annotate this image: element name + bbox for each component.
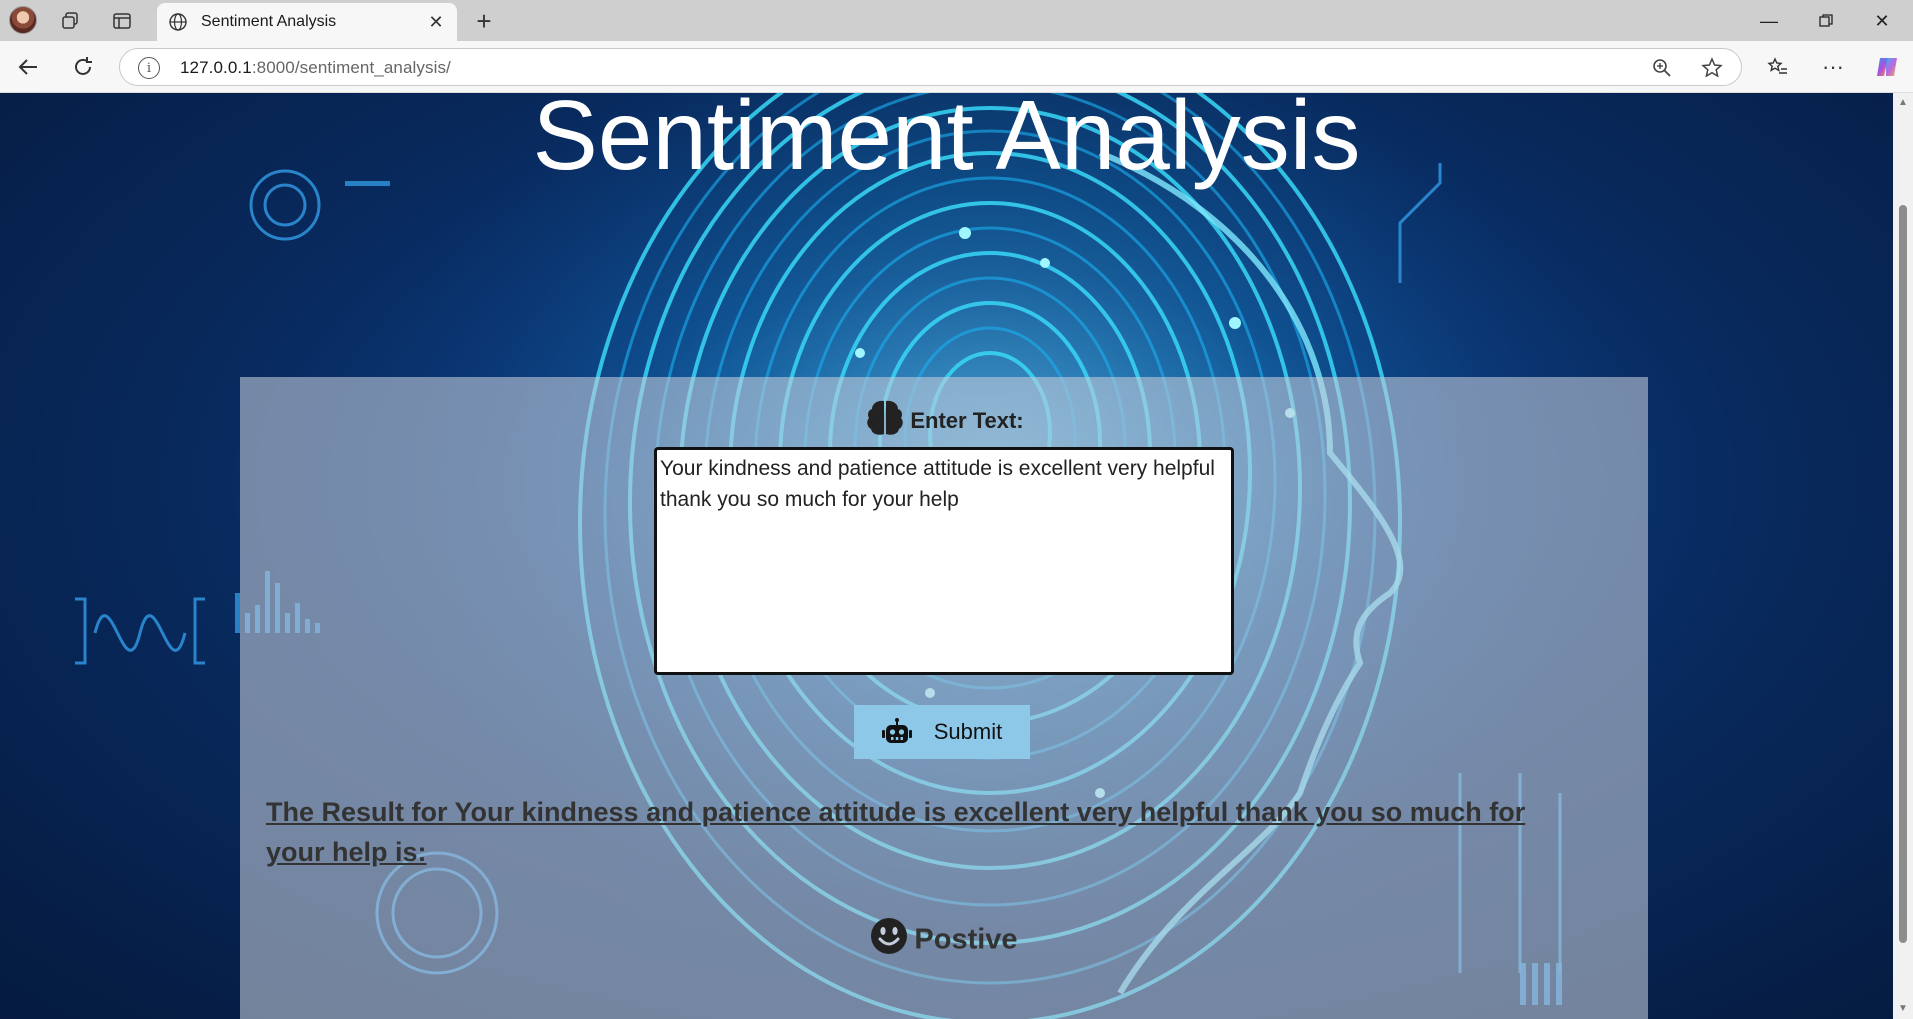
browser-tab-bar: Sentiment Analysis ✕ + — ✕ bbox=[0, 0, 1913, 41]
result-heading: The Result for Your kindness and patienc… bbox=[266, 797, 1526, 867]
url-path: :8000/sentiment_analysis/ bbox=[251, 58, 451, 77]
submit-button[interactable]: Submit bbox=[854, 705, 1030, 759]
minimize-icon[interactable]: — bbox=[1749, 6, 1789, 36]
scrollbar-thumb[interactable] bbox=[1899, 205, 1907, 943]
smile-icon bbox=[870, 917, 908, 963]
restore-icon[interactable] bbox=[1806, 6, 1846, 36]
favorites-list-icon[interactable] bbox=[1763, 52, 1793, 82]
address-bar[interactable]: i 127.0.0.1:8000/sentiment_analysis/ bbox=[119, 48, 1742, 86]
tab-sentiment-analysis[interactable]: Sentiment Analysis ✕ bbox=[157, 3, 457, 41]
submit-button-label: Submit bbox=[933, 719, 1003, 744]
url-host: 127.0.0.1 bbox=[180, 58, 252, 77]
page-viewport: Sentiment Analysis Enter Text: Your kind… bbox=[0, 93, 1893, 1019]
copilot-icon[interactable] bbox=[1872, 52, 1902, 82]
tab-actions-icon[interactable] bbox=[109, 8, 135, 34]
zoom-icon[interactable] bbox=[1650, 56, 1674, 80]
close-tab-icon[interactable]: ✕ bbox=[423, 9, 449, 35]
favorite-star-icon[interactable] bbox=[1700, 56, 1724, 80]
robot-icon bbox=[881, 718, 912, 746]
site-info-icon[interactable]: i bbox=[138, 57, 160, 79]
browser-nav-bar: i 127.0.0.1:8000/sentiment_analysis/ ··· bbox=[0, 41, 1913, 93]
enter-text-label: Enter Text: bbox=[240, 397, 1648, 445]
more-options-icon[interactable]: ··· bbox=[1818, 52, 1848, 82]
enter-text-label-text: Enter Text: bbox=[910, 408, 1024, 433]
text-input-area[interactable]: Your kindness and patience attitude is e… bbox=[654, 447, 1234, 675]
tab-title: Sentiment Analysis bbox=[201, 13, 337, 30]
page-scrollbar[interactable]: ▲ ▼ bbox=[1893, 93, 1913, 1019]
back-icon[interactable] bbox=[13, 52, 43, 82]
close-window-icon[interactable]: ✕ bbox=[1862, 6, 1902, 36]
sentiment-form-panel: Enter Text: Your kindness and patience a… bbox=[240, 377, 1648, 1019]
page-title: Sentiment Analysis bbox=[532, 93, 1361, 190]
sentiment-result: Postive bbox=[240, 917, 1648, 963]
scroll-up-arrow-icon[interactable]: ▲ bbox=[1897, 97, 1909, 109]
scroll-down-arrow-icon[interactable]: ▼ bbox=[1897, 1003, 1909, 1015]
brain-icon bbox=[864, 397, 906, 445]
sentiment-label: Postive bbox=[914, 923, 1018, 956]
workspaces-icon[interactable] bbox=[57, 8, 83, 34]
globe-icon bbox=[167, 11, 189, 33]
url-text[interactable]: 127.0.0.1:8000/sentiment_analysis/ bbox=[180, 58, 451, 78]
refresh-icon[interactable] bbox=[68, 52, 98, 82]
new-tab-icon[interactable]: + bbox=[470, 6, 498, 36]
profile-avatar[interactable] bbox=[9, 6, 37, 34]
